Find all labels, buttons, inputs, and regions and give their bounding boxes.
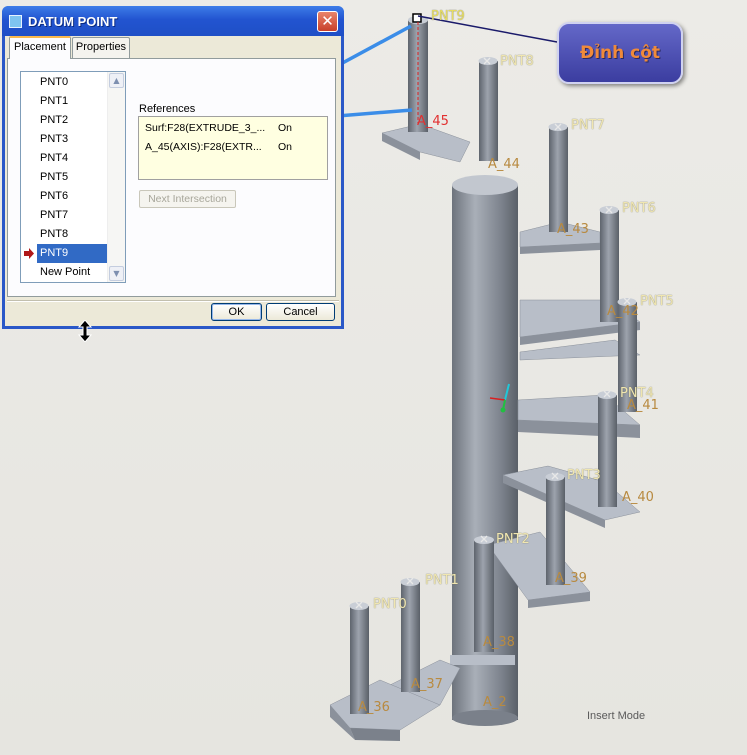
cancel-button[interactable]: Cancel [266, 303, 335, 321]
pnt9-marker[interactable] [412, 13, 422, 23]
reference-row[interactable]: Surf:F28(EXTRUDE_3_... On [145, 122, 292, 134]
scroll-down-icon[interactable]: ▼ [109, 266, 124, 281]
window-icon [9, 15, 22, 28]
label-pnt6: PNT6 [622, 201, 656, 216]
list-item-pnt3[interactable]: PNT3 [37, 130, 108, 149]
label-pnt5: PNT5 [640, 294, 674, 309]
label-a41: A_41 [627, 398, 659, 413]
resize-cursor-icon [78, 320, 92, 342]
list-item-new-point[interactable]: New Point [37, 263, 108, 282]
list-scrollbar[interactable]: ▲ ▼ [107, 72, 125, 282]
callout-bubble: Đỉnh cột [557, 22, 683, 84]
label-a37: A_37 [411, 677, 443, 692]
dialog-body: Placement Properties PNT0 PNT1 PNT2 PNT3… [5, 36, 341, 326]
label-a42: A_42 [607, 304, 639, 319]
mode-indicator: Insert Mode [587, 710, 646, 722]
label-a2: A_2 [483, 695, 507, 710]
reference-row[interactable]: A_45(AXIS):F28(EXTR... On [145, 141, 292, 153]
tab-properties[interactable]: Properties [72, 37, 130, 58]
label-a40: A_40 [622, 490, 654, 505]
label-pnt1: PNT1 [425, 573, 459, 588]
label-a36: A_36 [358, 700, 390, 715]
selected-arrow-icon [24, 248, 34, 259]
list-item-pnt8[interactable]: PNT8 [37, 225, 108, 244]
list-item-pnt5[interactable]: PNT5 [37, 168, 108, 187]
close-icon: ✕ [321, 12, 334, 30]
label-a44: A_44 [488, 157, 520, 172]
label-pnt7: PNT7 [571, 118, 605, 133]
reference-state[interactable]: On [278, 122, 292, 134]
label-pnt2: PNT2 [496, 532, 530, 547]
list-item-pnt9[interactable]: PNT9 [37, 244, 108, 263]
scroll-up-icon[interactable]: ▲ [109, 73, 124, 88]
label-a45: A_45 [417, 114, 449, 129]
list-item-pnt6[interactable]: PNT6 [37, 187, 108, 206]
dialog-title-bar[interactable]: DATUM POINT ✕ [2, 6, 344, 36]
central-column-base [452, 710, 518, 726]
datum-point-dialog: DATUM POINT ✕ Placement Properties PNT0 … [2, 6, 344, 329]
list-item-pnt0[interactable]: PNT0 [37, 73, 108, 92]
label-pnt8: PNT8 [500, 54, 534, 69]
dialog-separator [7, 300, 339, 302]
list-item-pnt4[interactable]: PNT4 [37, 149, 108, 168]
next-intersection-button[interactable]: Next Intersection [139, 190, 236, 208]
label-a43: A_43 [557, 222, 589, 237]
list-item-pnt2[interactable]: PNT2 [37, 111, 108, 130]
references-box[interactable]: Surf:F28(EXTRUDE_3_... On A_45(AXIS):F28… [138, 116, 328, 180]
label-a39: A_39 [555, 571, 587, 586]
label-a38: A_38 [483, 635, 515, 650]
callout-text: Đỉnh cột [579, 43, 661, 63]
placement-panel: PNT0 PNT1 PNT2 PNT3 PNT4 PNT5 PNT6 PNT7 … [7, 58, 336, 297]
list-item-pnt7[interactable]: PNT7 [37, 206, 108, 225]
dialog-title: DATUM POINT [28, 14, 118, 29]
ok-button[interactable]: OK [211, 303, 262, 321]
references-label: References [139, 103, 196, 115]
tab-placement[interactable]: Placement [9, 36, 71, 59]
reference-name: A_45(AXIS):F28(EXTR... [145, 141, 262, 153]
label-pnt0: PNT0 [373, 597, 407, 612]
label-pnt3: PNT3 [567, 468, 601, 483]
list-item-pnt1[interactable]: PNT1 [37, 92, 108, 111]
central-column-top [452, 175, 518, 195]
label-pnt9: PNT9 [431, 9, 465, 24]
close-button[interactable]: ✕ [317, 11, 338, 32]
reference-state[interactable]: On [278, 141, 292, 153]
point-list[interactable]: PNT0 PNT1 PNT2 PNT3 PNT4 PNT5 PNT6 PNT7 … [20, 71, 126, 283]
reference-name: Surf:F28(EXTRUDE_3_... [145, 122, 266, 134]
